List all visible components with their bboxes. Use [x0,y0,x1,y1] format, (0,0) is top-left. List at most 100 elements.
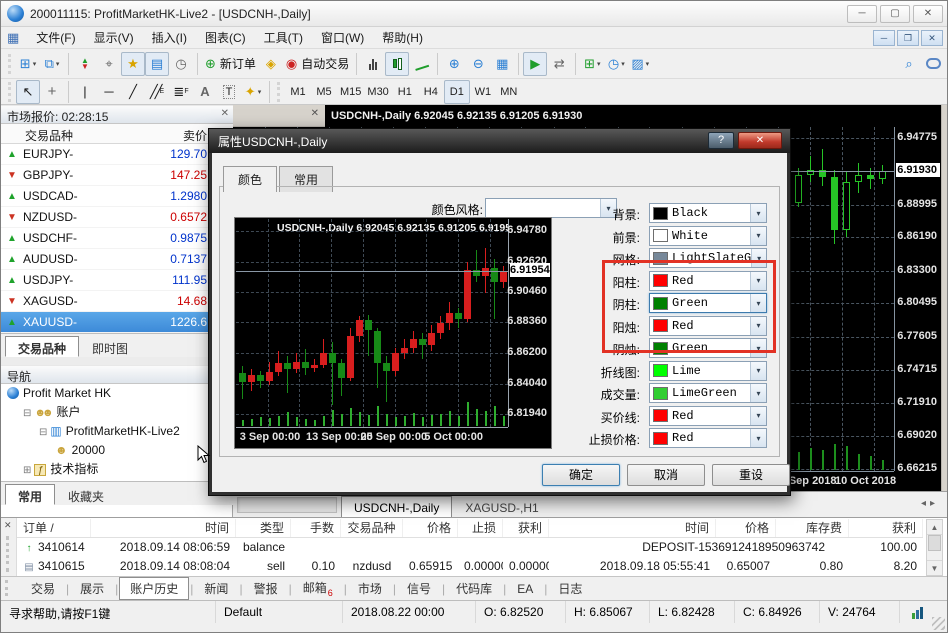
dialog-help-button[interactable]: ? [708,132,734,149]
dialog-close-button[interactable]: ✕ [738,132,782,149]
menu-item-文件(F)[interactable]: 文件(F) [27,27,84,48]
close-button[interactable]: ✕ [913,5,943,23]
market-row-USDCHF-[interactable]: ▲USDCHF-0.9875 [1,228,233,249]
toolbar-gripper[interactable] [8,54,13,74]
dialog-title-bar[interactable]: 属性USDCNH-,Daily [209,129,790,153]
column-header-3[interactable]: 手数 [291,519,341,537]
timeframe-W1[interactable]: W1 [470,80,496,104]
data-window-button[interactable]: ⌖ [97,52,121,76]
tree-item-ProfitMarketHK-Live2[interactable]: ⊟▥ProfitMarketHK-Live2 [1,422,233,441]
bid-column-header[interactable]: 卖价 [183,127,207,144]
resize-grip[interactable] [932,617,945,630]
timeframe-M1[interactable]: M1 [285,80,311,104]
column-header-5[interactable]: 价格 [403,519,458,537]
menu-item-窗口(W)[interactable]: 窗口(W) [312,27,373,48]
minimize-button[interactable]: ─ [847,5,877,23]
tile-windows-button[interactable]: ▦ [490,52,514,76]
child-restore-button[interactable]: ❐ [897,30,919,46]
scroll-up-icon[interactable]: ▲ [927,520,942,535]
column-header-1[interactable]: 时间 [91,519,236,537]
text-label-button[interactable]: T [217,80,241,104]
column-header-6[interactable]: 止损 [458,519,503,537]
column-header-10[interactable]: 库存费 [776,519,849,537]
market-row-USDJPY-[interactable]: ▲USDJPY-111.95 [1,270,233,291]
tree-item-账户[interactable]: ⊟☻☻账户 [1,403,233,422]
column-header-4[interactable]: 交易品种 [341,519,403,537]
community-chat-button[interactable] [921,52,945,76]
search-button[interactable]: ⌕ [897,52,921,76]
vertical-line-button[interactable]: | [73,80,97,104]
menu-item-显示(V)[interactable]: 显示(V) [85,27,143,48]
horizontal-line-button[interactable]: ─ [97,80,121,104]
tab-EA[interactable]: EA [507,580,543,598]
tab-展示[interactable]: 展示 [70,578,114,599]
market-row-NZDUSD-[interactable]: ▼NZDUSD-0.6572 [1,207,233,228]
tab-USDCNH-,Daily[interactable]: USDCNH-,Daily [341,496,452,518]
market-row-USDCAD-[interactable]: ▲USDCAD-1.2980 [1,186,233,207]
menu-item-插入(I)[interactable]: 插入(I) [143,27,196,48]
new-order-button[interactable]: ⊕新订单 [202,52,259,76]
line-chart-button[interactable] [409,52,433,76]
menu-item-工具(T)[interactable]: 工具(T) [255,27,312,48]
toolbar-gripper[interactable] [8,82,13,102]
market-row-XAGUSD-[interactable]: ▼XAGUSD-14.68 [1,291,233,312]
column-header-9[interactable]: 价格 [716,519,776,537]
tab-颜色[interactable]: 颜色 [223,166,277,192]
timeframe-M30[interactable]: M30 [364,80,391,104]
timeframe-M5[interactable]: M5 [311,80,337,104]
market-row-XAUUSD-[interactable]: ▲XAUUSD-1226.6 [1,312,233,333]
tab-日志[interactable]: 日志 [548,578,592,599]
fibonacci-button[interactable]: ≣F [169,80,193,104]
collapse-icon[interactable]: ⊟ [39,427,47,438]
dialog-button-确定[interactable]: 确定 [542,464,620,486]
tab-账户历史[interactable]: 账户历史 [119,577,189,600]
dialog-button-取消[interactable]: 取消 [627,464,705,486]
tab-市场[interactable]: 市场 [348,578,392,599]
child-close-button[interactable]: ✕ [921,30,943,46]
crosshair-tool-button[interactable]: + [40,80,64,104]
chart-horizontal-scrollbar[interactable] [237,497,337,513]
indicators-button[interactable]: ⊞▾ [580,52,604,76]
expand-icon[interactable]: ⊞ [23,465,31,476]
terminal-row-3410614[interactable]: ↑34106142018.09.14 08:06:59balanceDEPOSI… [17,538,923,557]
cursor-tool-button[interactable]: ↖ [16,80,40,104]
equidistant-channel-button[interactable]: ╱╱E [145,80,169,104]
close-icon[interactable]: ✕ [311,108,319,119]
column-header-7[interactable]: 获利 [503,519,549,537]
terminal-gripper[interactable] [6,536,11,572]
metaeditor-button[interactable]: ◈ [259,52,283,76]
terminal-row-3410615[interactable]: ▤34106152018.09.14 08:08:04sell0.10nzdus… [17,557,923,576]
tab-代码库[interactable]: 代码库 [446,578,502,599]
candlestick-button[interactable] [385,52,409,76]
dialog-button-重设[interactable]: 重设 [712,464,790,486]
trendline-button[interactable]: ╱ [121,80,145,104]
maximize-button[interactable]: ▢ [880,5,910,23]
zoom-out-button[interactable]: ⊖ [466,52,490,76]
tab-警报[interactable]: 警报 [244,578,288,599]
autotrading-button[interactable]: ◉自动交易 [283,52,352,76]
market-row-AUDUSD-[interactable]: ▲AUDUSD-0.7137 [1,249,233,270]
menu-item-帮助(H)[interactable]: 帮助(H) [373,27,432,48]
arrows-tool-button[interactable]: ✦▾ [241,80,265,104]
profiles-button[interactable]: ⧉▾ [40,52,64,76]
tab-scroll-arrows[interactable]: ◂▸ [921,498,939,509]
terminal-close-icon[interactable]: ✕ [4,520,12,531]
column-header-8[interactable]: 时间 [549,519,716,537]
tab-交易[interactable]: 交易 [21,578,65,599]
tab-收藏夹[interactable]: 收藏夹 [55,484,117,505]
new-chart-button[interactable]: ⊞▾ [16,52,40,76]
terminal-scrollbar[interactable]: ▲ ▼ [926,519,943,576]
tab-XAGUSD-,H1[interactable]: XAGUSD-,H1 [452,496,551,518]
auto-scroll-button[interactable]: ▶ [523,52,547,76]
chart-price-axis[interactable]: 6.947756.889956.861906.833006.804956.776… [894,127,941,471]
tab-常用[interactable]: 常用 [5,484,55,505]
tab-交易品种[interactable]: 交易品种 [5,336,79,357]
strategy-tester-button[interactable]: ◷ [169,52,193,76]
chart-shift-button[interactable]: ⇄ [547,52,571,76]
tab-新闻[interactable]: 新闻 [194,578,238,599]
menu-item-图表(C)[interactable]: 图表(C) [196,27,255,48]
templates-button[interactable]: ▨▾ [628,52,652,76]
text-tool-button[interactable]: A [193,80,217,104]
symbol-column-header[interactable]: 交易品种 [25,127,73,144]
toolbar-gripper[interactable] [277,82,282,102]
